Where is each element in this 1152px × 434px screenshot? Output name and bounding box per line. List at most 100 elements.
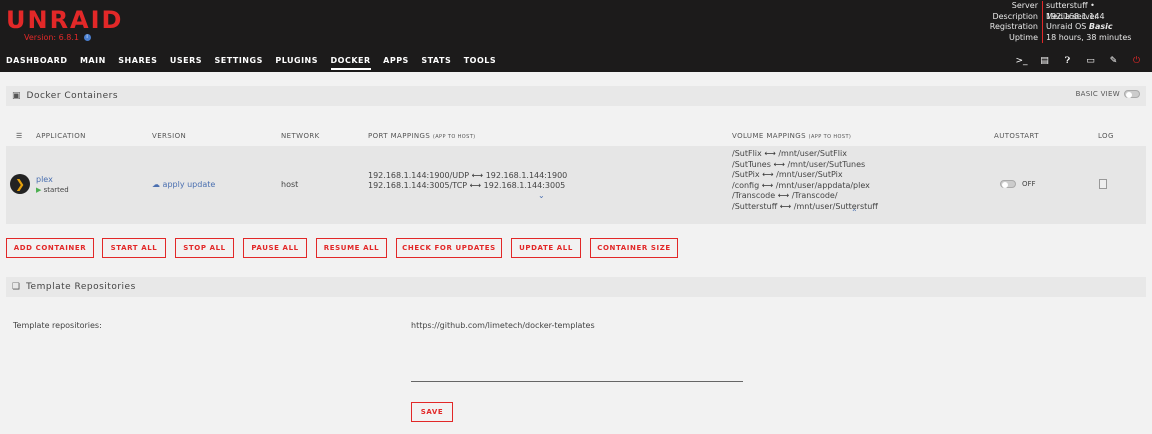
arrow-icon: ⟷ bbox=[761, 180, 774, 190]
save-button[interactable]: SAVE bbox=[411, 402, 453, 422]
nav-settings[interactable]: SETTINGS bbox=[215, 56, 263, 70]
column-volume-mappings-label: VOLUME MAPPINGS bbox=[732, 132, 806, 140]
column-volume-mappings: VOLUME MAPPINGS (APP TO HOST) bbox=[732, 132, 851, 140]
template-repository-url[interactable]: https://github.com/limetech/docker-templ… bbox=[411, 321, 595, 330]
volume-host: /mnt/user/appdata/plex bbox=[775, 180, 870, 190]
nav-stats[interactable]: STATS bbox=[421, 56, 451, 70]
container-name[interactable]: plex bbox=[36, 175, 53, 184]
column-port-mappings-sub: (APP TO HOST) bbox=[432, 134, 476, 140]
section-title: Docker Containers bbox=[26, 91, 119, 101]
column-volume-mappings-sub: (APP TO HOST) bbox=[808, 134, 852, 140]
volume-mapping: /config ⟷ /mnt/user/appdata/plex bbox=[732, 181, 870, 190]
container-name-link[interactable]: plex bbox=[36, 175, 53, 184]
volume-host: /mnt/user/SutTunes bbox=[787, 159, 866, 169]
server-info-key: Registration bbox=[989, 22, 1038, 31]
server-info-row: Registration Unraid OS Basic bbox=[952, 22, 1144, 33]
server-info: Server sutterstuff • 192.168.1.144 Descr… bbox=[952, 1, 1144, 43]
column-toggle-icon[interactable]: ☰ bbox=[16, 132, 23, 140]
server-info-value: Media server bbox=[1042, 11, 1144, 22]
nav-main[interactable]: MAIN bbox=[80, 56, 106, 70]
volume-app: /SutFlix bbox=[732, 149, 762, 158]
version-label: Version: 6.8.1 i bbox=[24, 33, 91, 42]
autostart-switch[interactable]: OFF bbox=[1000, 180, 1036, 188]
stop-all-button[interactable]: STOP ALL bbox=[175, 238, 234, 258]
info-icon[interactable]: i bbox=[83, 34, 91, 41]
nav-icons: >_ ▤ ❓︎ ▭ ✎ ⏻ bbox=[1010, 56, 1148, 66]
nav-dashboard[interactable]: DASHBOARD bbox=[6, 56, 67, 70]
server-info-key: Description bbox=[992, 11, 1038, 21]
chevron-down-icon[interactable]: ⌄ bbox=[538, 191, 545, 200]
volume-app: /Sutterstuff bbox=[732, 201, 778, 211]
table-header: ☰ APPLICATION VERSION NETWORK PORT MAPPI… bbox=[6, 126, 1146, 146]
autostart-toggle[interactable] bbox=[1000, 180, 1016, 188]
volume-app: /SutTunes bbox=[732, 159, 771, 169]
nav-tools[interactable]: TOOLS bbox=[464, 56, 496, 70]
notes-icon[interactable]: ▤ bbox=[1033, 56, 1056, 66]
volume-app: /Transcode bbox=[732, 191, 776, 200]
pause-all-button[interactable]: PAUSE ALL bbox=[243, 238, 307, 258]
resume-all-button[interactable]: RESUME ALL bbox=[316, 238, 387, 258]
basic-view-label: BASIC VIEW bbox=[1075, 90, 1120, 98]
update-all-button[interactable]: UPDATE ALL bbox=[511, 238, 581, 258]
volume-host: /mnt/user/SutPix bbox=[776, 170, 843, 179]
server-info-value: sutterstuff • 192.168.1.144 bbox=[1042, 1, 1144, 21]
nav-apps[interactable]: APPS bbox=[383, 56, 409, 70]
copy-icon: ❏ bbox=[12, 282, 21, 292]
start-all-button[interactable]: START ALL bbox=[102, 238, 166, 258]
column-version: VERSION bbox=[152, 132, 187, 140]
help-icon[interactable]: ❓︎ bbox=[1056, 56, 1079, 66]
server-info-value: 18 hours, 38 minutes bbox=[1042, 32, 1144, 43]
arrow-icon: ⟷ bbox=[773, 159, 785, 169]
version-cell[interactable]: ☁ apply update bbox=[152, 180, 215, 189]
power-icon[interactable]: ⏻ bbox=[1125, 56, 1148, 66]
basic-view-switch[interactable]: BASIC VIEW bbox=[1076, 90, 1140, 98]
column-network: NETWORK bbox=[281, 132, 320, 140]
port-mapping: 192.168.1.144:3005/TCP ⟷ 192.168.1.144:3… bbox=[368, 181, 565, 190]
arrow-icon: ⟷ bbox=[762, 170, 774, 179]
container-size-button[interactable]: CONTAINER SIZE bbox=[590, 238, 678, 258]
template-repositories-label: Template repositories: bbox=[13, 321, 102, 330]
plex-app-icon[interactable]: ❯ bbox=[10, 174, 30, 194]
basic-view-toggle[interactable] bbox=[1124, 90, 1140, 98]
apply-update-link[interactable]: apply update bbox=[163, 180, 216, 189]
network-cell: host bbox=[281, 180, 299, 189]
server-info-key: Server bbox=[1011, 1, 1038, 10]
port-mapping: 192.168.1.144:1900/UDP ⟷ 192.168.1.144:1… bbox=[368, 171, 567, 180]
docker-containers-header: ▣ Docker Containers BASIC VIEW bbox=[6, 86, 1146, 106]
nav-plugins[interactable]: PLUGINS bbox=[275, 56, 318, 70]
volume-app: /config bbox=[732, 180, 760, 190]
nav-users[interactable]: USERS bbox=[170, 56, 202, 70]
terminal-icon[interactable]: >_ bbox=[1010, 56, 1033, 66]
volume-host: /mnt/user/SutFlix bbox=[778, 149, 847, 158]
arrow-icon: ⟷ bbox=[471, 171, 484, 180]
log-icon[interactable] bbox=[1099, 179, 1107, 189]
container-status: ▶ started bbox=[36, 186, 69, 194]
check-for-updates-button[interactable]: CHECK FOR UPDATES bbox=[396, 238, 502, 258]
table-row: ❯ plex ▶ started ☁ apply update host 192… bbox=[6, 146, 1146, 224]
volume-host: /Transcode/ bbox=[791, 191, 838, 200]
column-log: LOG bbox=[1098, 132, 1114, 140]
arrow-icon: ⟷ bbox=[777, 191, 790, 200]
template-repositories-input[interactable] bbox=[411, 334, 743, 382]
arrow-icon: ⟷ bbox=[779, 201, 792, 211]
volume-mapping: /SutPix ⟷ /mnt/user/SutPix bbox=[732, 170, 843, 179]
section-title: Template Repositories bbox=[26, 282, 136, 292]
autostart-label: OFF bbox=[1022, 180, 1036, 188]
chevron-up-icon[interactable]: ⌃ bbox=[851, 208, 858, 217]
docker-icon: ▣ bbox=[12, 91, 21, 101]
nav-shares[interactable]: SHARES bbox=[118, 56, 157, 70]
port-app: 192.168.1.144:3005/TCP bbox=[368, 181, 468, 190]
port-app: 192.168.1.144:1900/UDP bbox=[368, 171, 470, 180]
column-port-mappings-label: PORT MAPPINGS bbox=[368, 132, 431, 140]
arrow-icon: ⟷ bbox=[469, 181, 482, 190]
cloud-download-icon: ☁ bbox=[152, 180, 160, 189]
nav-docker[interactable]: DOCKER bbox=[330, 56, 371, 70]
add-container-button[interactable]: ADD CONTAINER bbox=[6, 238, 94, 258]
unraid-logo[interactable]: UNRAID bbox=[6, 6, 123, 34]
server-info-row: Uptime 18 hours, 38 minutes bbox=[952, 32, 1144, 43]
feedback-icon[interactable]: ✎ bbox=[1102, 56, 1125, 66]
monitor-icon[interactable]: ▭ bbox=[1079, 56, 1102, 66]
volume-host: /mnt/user/Sutterstuff bbox=[793, 201, 878, 211]
server-info-key: Uptime bbox=[1008, 32, 1038, 42]
play-icon: ▶ bbox=[36, 186, 42, 194]
